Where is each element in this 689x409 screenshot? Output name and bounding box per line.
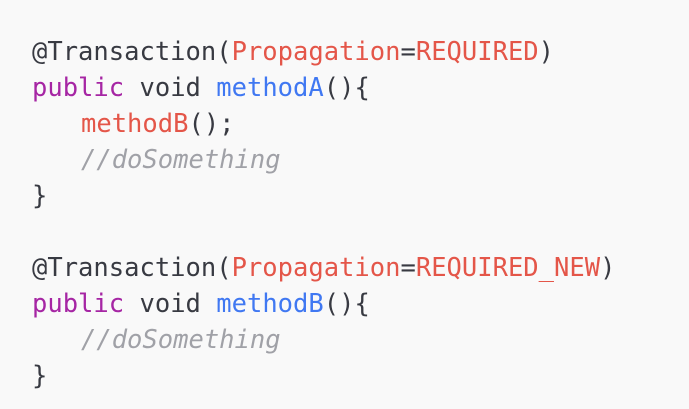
comment-text: //doSomething <box>81 325 281 355</box>
annotation-name: @Transaction <box>32 37 217 67</box>
signature-tail: (){ <box>323 289 370 319</box>
annotation-param-name: Propagation <box>231 253 401 283</box>
annotation-param-value: REQUIRED <box>415 37 539 67</box>
return-type: void <box>139 289 201 319</box>
comment-text: //doSomething <box>81 145 281 175</box>
comment-line-1: //doSomething <box>81 142 281 178</box>
call-tail: (); <box>188 109 235 139</box>
return-type: void <box>139 73 201 103</box>
annotation-line-1: @Transaction(Propagation=REQUIRED) <box>32 34 554 70</box>
method-signature-line-2: public void methodB(){ <box>32 286 370 322</box>
closing-brace-line-2: } <box>32 358 47 394</box>
open-paren: ( <box>216 37 232 67</box>
method-call-line: methodB(); <box>81 106 235 142</box>
close-paren: ) <box>538 37 555 67</box>
equals-sign: = <box>400 37 416 67</box>
annotation-line-2: @Transaction(Propagation=REQUIRED_NEW) <box>32 250 615 286</box>
call-name: methodB <box>81 109 189 139</box>
method-name: methodA <box>216 73 324 103</box>
comment-line-2: //doSomething <box>81 322 281 358</box>
closing-brace-line-1: } <box>32 178 47 214</box>
equals-sign: = <box>400 253 416 283</box>
annotation-param-value: REQUIRED_NEW <box>415 253 601 283</box>
code-block: @Transaction(Propagation=REQUIRED) publi… <box>0 0 689 409</box>
annotation-param-name: Propagation <box>231 37 401 67</box>
method-name: methodB <box>216 289 324 319</box>
signature-tail: (){ <box>323 73 370 103</box>
method-signature-line-1: public void methodA(){ <box>32 70 370 106</box>
modifier-keyword: public <box>32 289 125 319</box>
close-paren: ) <box>600 253 616 283</box>
modifier-keyword: public <box>32 73 125 103</box>
open-paren: ( <box>216 253 232 283</box>
annotation-name: @Transaction <box>32 253 217 283</box>
closing-brace: } <box>32 181 48 211</box>
closing-brace: } <box>32 361 48 391</box>
